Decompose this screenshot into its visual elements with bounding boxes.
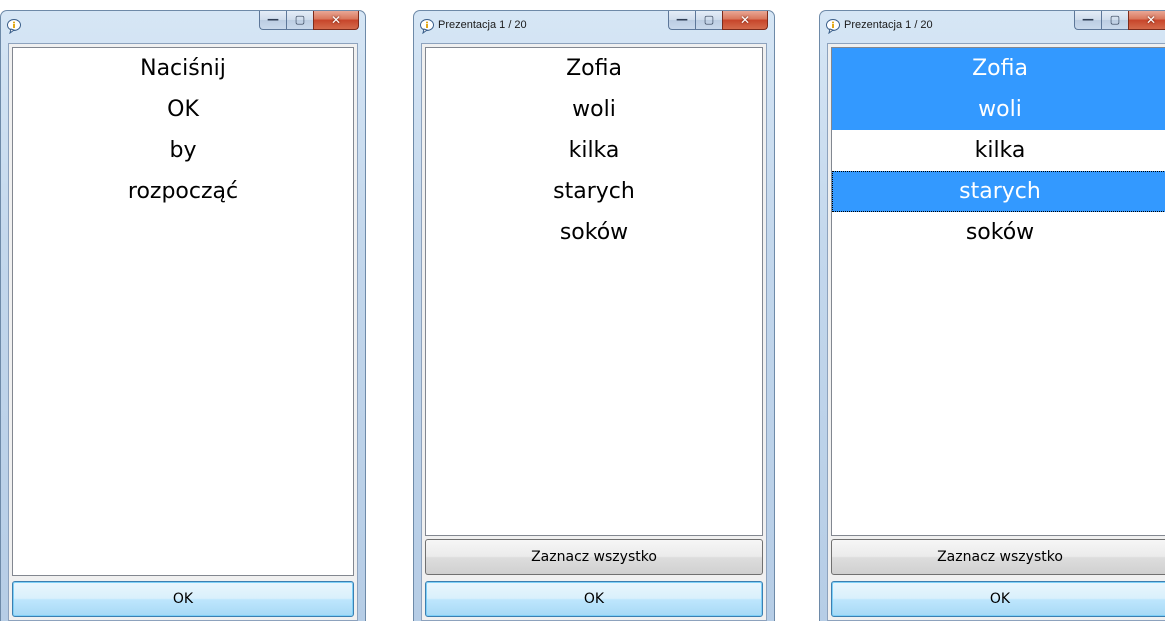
list-item[interactable]: by [13,130,353,171]
minimize-button[interactable]: — [668,11,695,30]
list-item[interactable]: kilka [832,130,1165,171]
info-balloon-icon [420,19,434,34]
list-item[interactable]: kilka [426,130,762,171]
close-icon: ✕ [739,13,751,27]
maximize-icon: ▢ [1109,13,1121,26]
window-presentation: Prezentacja 1 / 20 — ▢ ✕ Zofia woli kilk… [413,10,775,621]
close-button[interactable]: ✕ [722,11,768,30]
minimize-button[interactable]: — [1074,11,1101,30]
caption-buttons: — ▢ ✕ [1074,11,1165,31]
title-bar[interactable]: — ▢ ✕ [1,11,365,43]
list-item[interactable]: Naciśnij [13,48,353,89]
list-item[interactable]: rozpocząć [13,171,353,212]
word-list[interactable]: Zofia woli kilka starych soków [831,47,1165,536]
maximize-icon: ▢ [703,13,715,26]
close-button[interactable]: ✕ [1128,11,1165,30]
list-item[interactable]: soków [426,212,762,253]
minimize-icon: — [267,12,279,26]
select-all-button[interactable]: Zaznacz wszystko [425,539,763,575]
close-button[interactable]: ✕ [313,11,359,30]
select-all-button[interactable]: Zaznacz wszystko [831,539,1165,575]
window-title: Prezentacja 1 / 20 [438,19,527,31]
list-item[interactable]: woli [426,89,762,130]
info-balloon-icon [7,19,21,34]
window-start: — ▢ ✕ Naciśnij OK by rozpocząć OK [0,10,366,621]
ok-button[interactable]: OK [12,581,354,617]
caption-buttons: — ▢ ✕ [668,11,768,31]
list-item-selected[interactable]: woli [832,89,1165,130]
window-presentation-selected: Prezentacja 1 / 20 — ▢ ✕ Zofia woli kilk… [819,10,1165,621]
window-title: Prezentacja 1 / 20 [844,19,933,31]
title-bar[interactable]: Prezentacja 1 / 20 — ▢ ✕ [820,11,1165,43]
caption-buttons: — ▢ ✕ [259,11,359,31]
window-client: Naciśnij OK by rozpocząć OK [8,43,358,621]
ok-button[interactable]: OK [425,581,763,617]
ok-button[interactable]: OK [831,581,1165,617]
list-item-selected[interactable]: starych [832,171,1165,212]
minimize-icon: — [676,12,688,26]
list-item-selected[interactable]: Zofia [832,48,1165,89]
window-client: Zofia woli kilka starych soków Zaznacz w… [421,43,767,621]
maximize-button[interactable]: ▢ [695,11,722,30]
maximize-button[interactable]: ▢ [286,11,313,30]
list-item[interactable]: starych [426,171,762,212]
list-item[interactable]: Zofia [426,48,762,89]
close-icon: ✕ [330,13,342,27]
word-list[interactable]: Naciśnij OK by rozpocząć [12,47,354,576]
window-client: Zofia woli kilka starych soków Zaznacz w… [827,43,1165,621]
minimize-icon: — [1082,12,1094,26]
maximize-button[interactable]: ▢ [1101,11,1128,30]
title-bar[interactable]: Prezentacja 1 / 20 — ▢ ✕ [414,11,774,43]
list-item[interactable]: soków [832,212,1165,253]
minimize-button[interactable]: — [259,11,286,30]
word-list[interactable]: Zofia woli kilka starych soków [425,47,763,536]
maximize-icon: ▢ [294,13,306,26]
close-icon: ✕ [1145,13,1157,27]
list-item[interactable]: OK [13,89,353,130]
info-balloon-icon [826,19,840,34]
